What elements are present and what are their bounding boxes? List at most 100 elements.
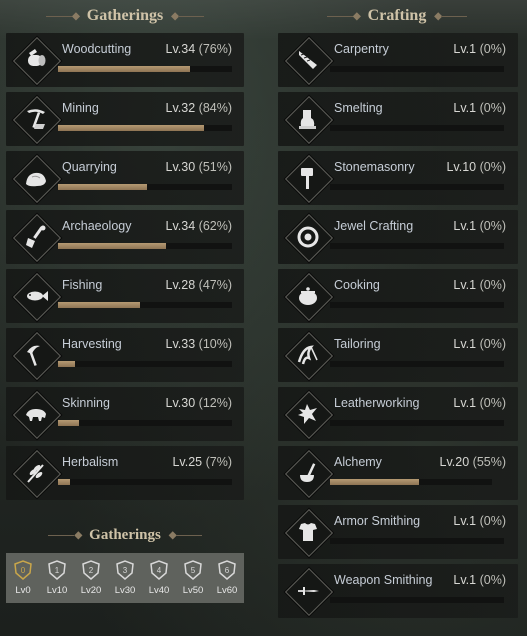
skill-row-alchemy[interactable]: Alchemy Lv.20 (55%): [278, 446, 518, 500]
tier-badge-icon: 5: [184, 560, 202, 580]
carpentry-icon: [284, 36, 334, 86]
skill-row-herbalism[interactable]: Herbalism Lv.25 (7%): [6, 446, 244, 500]
skill-name: Fishing: [62, 278, 103, 292]
skill-name: Weapon Smithing: [334, 573, 433, 587]
gatherings-title: Gatherings: [86, 7, 164, 24]
skill-level: Lv.1 (0%): [453, 514, 506, 528]
tier-label: Lv0: [15, 585, 31, 596]
leatherworking-icon: [284, 390, 334, 440]
tier-lv20[interactable]: 2 Lv20: [74, 557, 108, 601]
skill-progress-bar: [58, 66, 232, 72]
tier-badge-icon: 2: [82, 560, 100, 580]
gatherings-tier-title: Gatherings: [89, 526, 161, 543]
crafting-header: ◆ Crafting ◆: [278, 5, 516, 27]
skill-progress-bar: [330, 597, 504, 603]
skill-level: Lv.32 (84%): [165, 101, 232, 115]
skill-progress-bar: [58, 302, 232, 308]
skill-row-skinning[interactable]: Skinning Lv.30 (12%): [6, 387, 244, 441]
skill-row-archaeology[interactable]: Archaeology Lv.34 (62%): [6, 210, 244, 264]
skill-level: Lv.10 (0%): [446, 160, 506, 174]
tier-lv50[interactable]: 5 Lv50: [176, 557, 210, 601]
skill-name: Tailoring: [334, 337, 381, 351]
tier-label: Lv40: [148, 585, 170, 596]
tier-lv0[interactable]: 0 Lv0: [6, 557, 40, 601]
fishing-icon: [12, 272, 62, 322]
skill-name: Herbalism: [62, 455, 119, 469]
tier-lv10[interactable]: 1 Lv10: [40, 557, 74, 601]
skill-progress-bar: [330, 125, 504, 131]
skill-level: Lv.1 (0%): [453, 278, 506, 292]
armor-smithing-icon: [284, 508, 334, 558]
skill-progress-bar: [330, 479, 492, 485]
tier-label: Lv50: [182, 585, 204, 596]
ornament-left: ◆: [48, 530, 82, 541]
tier-lv60[interactable]: 6 Lv60: [210, 557, 244, 601]
skill-name: Cooking: [334, 278, 380, 292]
skill-level: Lv.28 (47%): [165, 278, 232, 292]
skill-row-stonemasonry[interactable]: Stonemasonry Lv.10 (0%): [278, 151, 518, 205]
tier-lv40[interactable]: 4 Lv40: [142, 557, 176, 601]
skill-row-quarrying[interactable]: Quarrying Lv.30 (51%): [6, 151, 244, 205]
skill-progress-bar: [58, 361, 232, 367]
ornament-right: ◆: [171, 11, 204, 22]
skill-progress-bar: [58, 479, 232, 485]
quarrying-icon: [12, 154, 62, 204]
skill-row-carpentry[interactable]: Carpentry Lv.1 (0%): [278, 33, 518, 87]
skill-row-fishing[interactable]: Fishing Lv.28 (47%): [6, 269, 244, 323]
stonemasonry-icon: [284, 154, 334, 204]
skill-name: Stonemasonry: [334, 160, 415, 174]
skill-row-mining[interactable]: Mining Lv.32 (84%): [6, 92, 244, 146]
skill-level: Lv.1 (0%): [453, 337, 506, 351]
skill-row-jewel-crafting[interactable]: Jewel Crafting Lv.1 (0%): [278, 210, 518, 264]
skill-progress-bar: [330, 302, 504, 308]
skill-progress-bar: [330, 243, 504, 249]
skill-row-harvesting[interactable]: Harvesting Lv.33 (10%): [6, 328, 244, 382]
skill-row-smelting[interactable]: Smelting Lv.1 (0%): [278, 92, 518, 146]
svg-text:2: 2: [89, 566, 94, 575]
cooking-icon: [284, 272, 334, 322]
tier-label: Lv60: [216, 585, 238, 596]
tier-badge-icon: 3: [116, 560, 134, 580]
skill-level: Lv.25 (7%): [172, 455, 232, 469]
woodcutting-icon: [12, 36, 62, 86]
skill-row-tailoring[interactable]: Tailoring Lv.1 (0%): [278, 328, 518, 382]
skill-name: Leatherworking: [334, 396, 420, 410]
skill-level: Lv.1 (0%): [453, 42, 506, 56]
skill-level: Lv.20 (55%): [439, 455, 506, 469]
skill-row-armor-smithing[interactable]: Armor Smithing Lv.1 (0%): [278, 505, 518, 559]
herbalism-icon: [12, 449, 62, 499]
gatherings-header: ◆ Gatherings ◆: [6, 5, 244, 27]
tier-badge-icon: 6: [218, 560, 236, 580]
skill-progress-bar: [58, 184, 232, 190]
smelting-icon: [284, 95, 334, 145]
skill-level: Lv.1 (0%): [453, 101, 506, 115]
weapon-smithing-icon: [284, 567, 334, 617]
skill-name: Armor Smithing: [334, 514, 421, 528]
skill-row-leatherworking[interactable]: Leatherworking Lv.1 (0%): [278, 387, 518, 441]
tier-lv30[interactable]: 3 Lv30: [108, 557, 142, 601]
tailoring-icon: [284, 331, 334, 381]
skill-name: Alchemy: [334, 455, 382, 469]
skill-level: Lv.1 (0%): [453, 219, 506, 233]
skill-progress-bar: [58, 243, 232, 249]
skill-name: Archaeology: [62, 219, 132, 233]
skill-name: Smelting: [334, 101, 383, 115]
gatherings-tier-header: ◆ Gatherings ◆: [6, 524, 244, 546]
mining-icon: [12, 95, 62, 145]
tier-panel: 0 Lv0 1 Lv10 2 Lv20 3 Lv30 4 Lv40 5 Lv50…: [6, 553, 244, 603]
skill-row-cooking[interactable]: Cooking Lv.1 (0%): [278, 269, 518, 323]
skill-row-woodcutting[interactable]: Woodcutting Lv.34 (76%): [6, 33, 244, 87]
skill-progress-bar: [330, 361, 504, 367]
skinning-icon: [12, 390, 62, 440]
crafting-title: Crafting: [367, 7, 427, 24]
tier-badge-icon: 4: [150, 560, 168, 580]
skill-progress-bar: [58, 125, 232, 131]
archaeology-icon: [12, 213, 62, 263]
skill-row-weapon-smithing[interactable]: Weapon Smithing Lv.1 (0%): [278, 564, 518, 618]
skill-name: Harvesting: [62, 337, 122, 351]
ornament-right: ◆: [434, 11, 468, 22]
ornament-left: ◆: [46, 11, 80, 22]
skill-level: Lv.34 (62%): [165, 219, 232, 233]
svg-text:5: 5: [191, 566, 196, 575]
tier-badge-icon: 1: [48, 560, 66, 580]
